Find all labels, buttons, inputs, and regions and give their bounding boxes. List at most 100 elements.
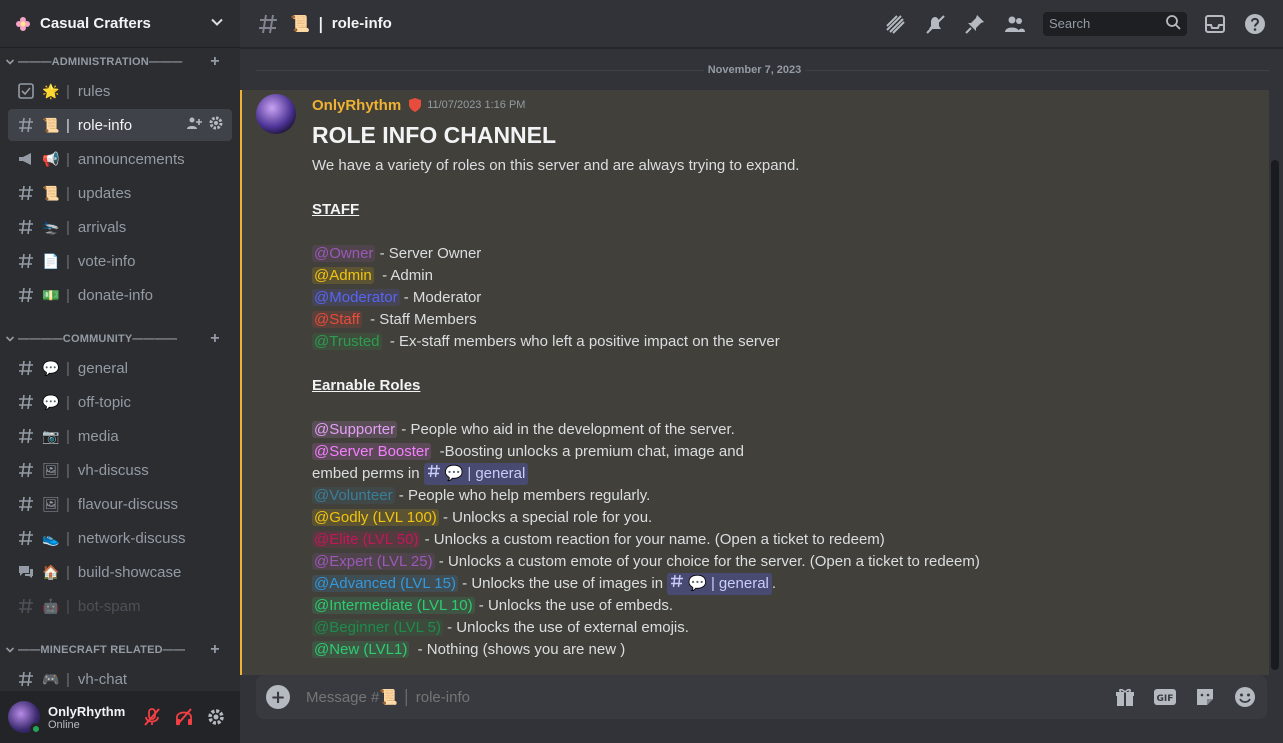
role-mention[interactable]: @Owner (312, 245, 376, 262)
channel-emoji: 📜 (42, 116, 60, 133)
sidebar-item-vh-discuss[interactable]: 🖼 | vh-discuss (8, 454, 232, 486)
chevron-down-icon (5, 336, 15, 342)
sidebar-item-general[interactable]: 💬 | general (8, 352, 232, 384)
inbox-icon[interactable] (1203, 12, 1227, 36)
category-administration[interactable]: ———ADMINISTRATION——— + (0, 50, 240, 74)
guild-flower-icon (14, 15, 32, 33)
role-description: - Staff Members (361, 311, 477, 328)
role-mention[interactable]: @Server Booster (312, 443, 432, 460)
role-line: @Expert (LVL 25) - Unlocks a custom emot… (312, 551, 1221, 573)
sidebar-item-vote-info[interactable]: 📄 | vote-info (8, 245, 232, 277)
role-line: @Trusted - Ex-staff members who left a p… (312, 331, 1221, 353)
sidebar-item-flavour-discuss[interactable]: 🖼 | flavour-discuss (8, 488, 232, 520)
chat-main: 📜 | role-info Search November 7, 2023 On… (240, 0, 1283, 743)
channel-mention[interactable]: 💬 | general (667, 573, 772, 595)
role-mention[interactable]: @Volunteer (312, 487, 395, 504)
gear-icon[interactable] (208, 115, 224, 135)
message-author[interactable]: OnlyRhythm (312, 97, 401, 114)
role-mention[interactable]: @Moderator (312, 289, 400, 306)
hashtag-icon (16, 392, 36, 412)
gear-icon[interactable] (200, 701, 232, 733)
sidebar-item-role-info[interactable]: 📜 | role-info (8, 109, 232, 141)
sidebar-item-announcements[interactable]: 📢 | announcements (8, 143, 232, 175)
avatar[interactable] (256, 94, 296, 134)
role-description: - Admin (373, 267, 433, 284)
channel-name: donate-info (77, 286, 153, 304)
sidebar-item-off-topic[interactable]: 💬 | off-topic (8, 386, 232, 418)
role-mention[interactable]: @Godly (LVL 100) (312, 509, 439, 526)
online-status-icon (30, 723, 42, 735)
channel-name: vote-info (77, 252, 136, 270)
channel-emoji: 💬 (42, 393, 60, 410)
chevron-down-icon[interactable] (210, 14, 224, 33)
guild-name: Casual Crafters (40, 15, 151, 32)
sidebar-item-bot-spam[interactable]: 🤖 | bot-spam (8, 590, 232, 622)
gif-icon[interactable]: GIF (1153, 685, 1177, 709)
channel-mention[interactable]: 💬 | general (423, 463, 529, 485)
help-icon[interactable] (1243, 12, 1267, 36)
role-mention[interactable]: @Admin (312, 267, 374, 284)
bell-muted-icon[interactable] (923, 12, 947, 36)
gift-icon[interactable] (1113, 685, 1137, 709)
role-mention[interactable]: @Beginner (LVL 5) (312, 619, 443, 636)
role-line: @Beginner (LVL 5) - Unlocks the use of e… (312, 617, 1221, 639)
avatar[interactable] (8, 701, 42, 735)
hashtag-icon (16, 183, 36, 203)
sidebar-item-vh-chat[interactable]: 🎮 | vh-chat (8, 663, 232, 691)
channel-emoji: 🎮 (42, 670, 60, 687)
category-community[interactable]: ————COMMUNITY———— + (0, 327, 240, 351)
role-mention[interactable]: @Intermediate (LVL 10) (312, 597, 475, 614)
role-mention[interactable]: @Advanced (LVL 15) (312, 575, 458, 592)
add-channel-icon[interactable]: + (208, 642, 222, 658)
scrollbar[interactable] (1271, 160, 1279, 670)
role-mention[interactable]: @Expert (LVL 25) (312, 553, 435, 570)
pin-icon[interactable] (963, 12, 987, 36)
channel-emoji: 💬 (444, 465, 464, 482)
message[interactable]: OnlyRhythm 11/07/2023 1:16 PM ROLE INFO … (240, 90, 1269, 675)
sidebar-item-network-discuss[interactable]: 👟 | network-discuss (8, 522, 232, 554)
role-mention[interactable]: @Elite (LVL 50) (312, 531, 421, 548)
role-description: - Unlocks a custom emote of your choice … (434, 553, 980, 570)
threads-icon[interactable] (883, 12, 907, 36)
mic-muted-icon[interactable] (136, 701, 168, 733)
role-mention[interactable]: @Trusted (312, 333, 382, 350)
message-input[interactable] (306, 688, 1097, 706)
members-icon[interactable] (1003, 12, 1027, 36)
channel-name: off-topic (77, 393, 131, 411)
headphones-muted-icon[interactable] (168, 701, 200, 733)
guild-header[interactable]: Casual Crafters (0, 0, 240, 48)
message-intro: We have a variety of roles on this serve… (312, 157, 800, 174)
sidebar-item-arrivals[interactable]: 🛬 | arrivals (8, 211, 232, 243)
channel-name: arrivals (77, 218, 127, 236)
channel-name: bot-spam (77, 597, 141, 615)
emoji-icon[interactable] (1233, 685, 1257, 709)
add-channel-icon[interactable]: + (208, 54, 222, 70)
channel-name: vh-discuss (77, 461, 149, 479)
page-title: role-info (331, 15, 392, 32)
channel-emoji: 💬 (688, 575, 707, 592)
sidebar-item-media[interactable]: 📷 | media (8, 420, 232, 452)
user-panel: OnlyRhythm Online (0, 691, 240, 743)
sticker-icon[interactable] (1193, 685, 1217, 709)
role-mention[interactable]: @New (LVL1) (312, 641, 410, 658)
add-channel-icon[interactable]: + (208, 331, 222, 347)
channel-name: media (77, 427, 119, 445)
search-input[interactable]: Search (1043, 11, 1187, 36)
hashtag-icon (16, 460, 36, 480)
hashtag-icon (16, 358, 36, 378)
role-mention[interactable]: @Staff (312, 311, 362, 328)
category-minecraft-related[interactable]: ——MINECRAFT RELATED—— + (0, 638, 240, 662)
sidebar-item-rules[interactable]: 🌟 | rules (8, 75, 232, 107)
sidebar-item-donate-info[interactable]: 💵 | donate-info (8, 279, 232, 311)
user-info[interactable]: OnlyRhythm Online (48, 704, 136, 731)
hashtag-icon (670, 573, 684, 595)
role-line: @New (LVL1) - Nothing (shows you are new… (312, 639, 1221, 661)
role-line: @Admin - Admin (312, 265, 1221, 287)
channel-emoji: 📢 (42, 150, 60, 167)
sidebar-item-updates[interactable]: 📜 | updates (8, 177, 232, 209)
create-invite-icon[interactable] (186, 115, 202, 135)
role-mention[interactable]: @Supporter (312, 421, 398, 438)
upload-plus-icon[interactable]: + (266, 685, 290, 709)
sidebar-item-build-showcase[interactable]: 🏠 | build-showcase (8, 556, 232, 588)
line-tail: . (771, 575, 777, 592)
